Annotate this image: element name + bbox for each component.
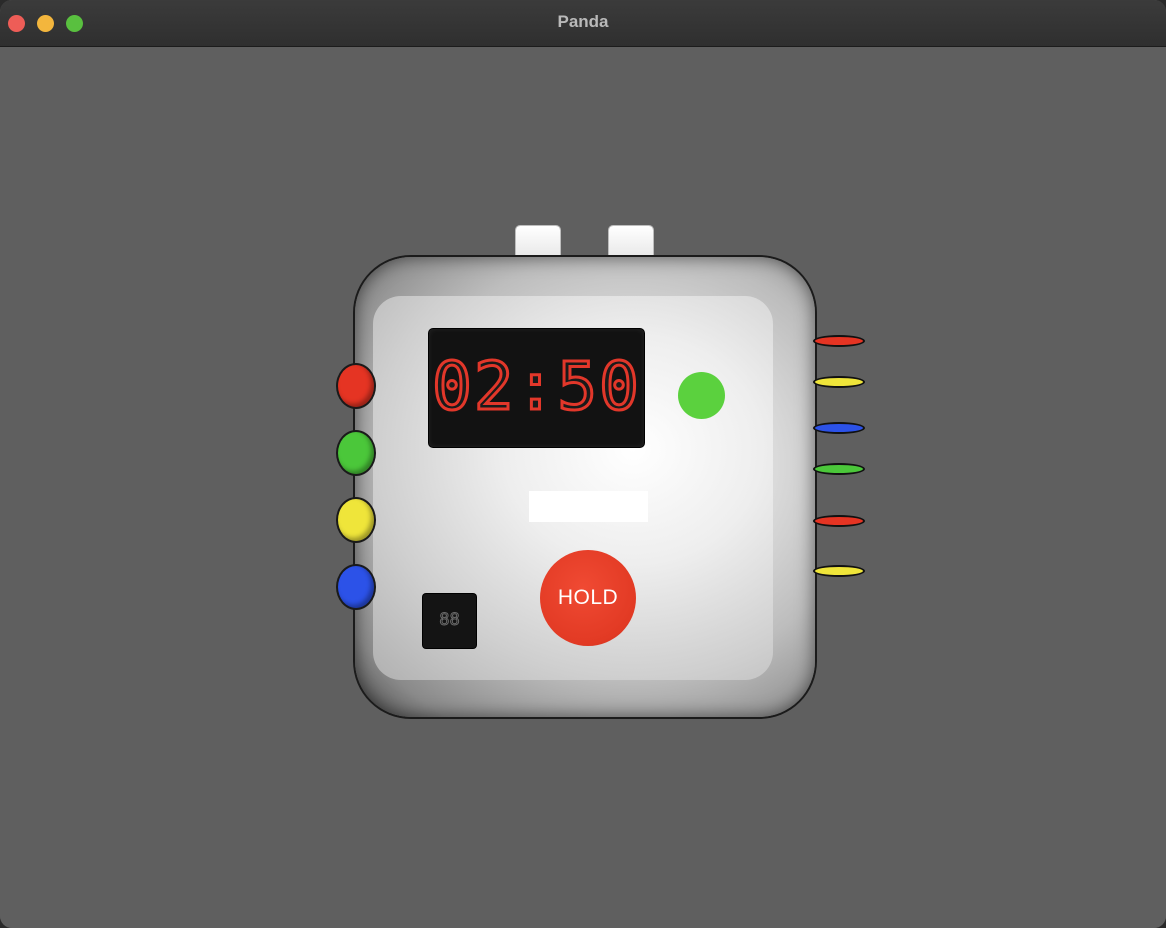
side-button-blue[interactable]: [338, 566, 374, 608]
side-button-yellow[interactable]: [338, 499, 374, 541]
app-window: Panda 02:50 HOLD 88: [0, 0, 1166, 928]
title-bar[interactable]: Panda: [0, 0, 1166, 47]
wire-yellow-2[interactable]: [813, 565, 865, 577]
status-led: [678, 372, 725, 419]
hold-button[interactable]: HOLD: [540, 550, 636, 646]
wire-yellow-1[interactable]: [813, 376, 865, 388]
wire-red-2[interactable]: [813, 515, 865, 527]
top-connector-right: [609, 226, 653, 260]
strike-display: 88: [423, 594, 476, 648]
wire-red-1[interactable]: [813, 335, 865, 347]
wire-blue[interactable]: [813, 422, 865, 434]
window-title: Panda: [557, 12, 609, 31]
strike-text: 88: [439, 610, 460, 631]
wire-green[interactable]: [813, 463, 865, 475]
side-button-red[interactable]: [338, 365, 374, 407]
countdown-display: 02:50: [429, 329, 644, 447]
countdown-text: 02:50: [431, 348, 641, 425]
label-strip: [529, 491, 648, 522]
top-connector-left: [516, 226, 560, 260]
side-button-green[interactable]: [338, 432, 374, 474]
